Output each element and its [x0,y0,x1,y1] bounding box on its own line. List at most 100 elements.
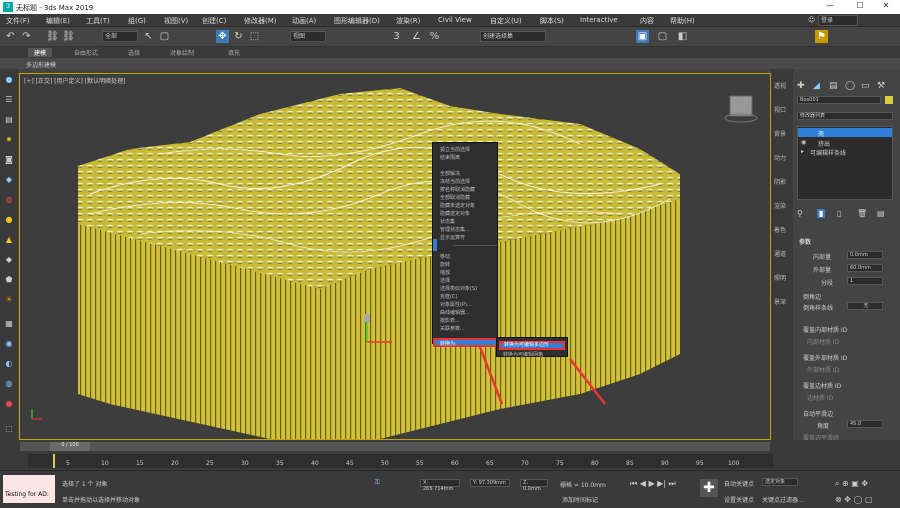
context-menu-item[interactable]: 旋转 [440,261,450,268]
x-coordinate-field[interactable]: X: 265.714mm [420,479,460,492]
tab-selection[interactable]: 选择 [122,48,146,57]
scale-icon[interactable]: ⬚ [248,30,261,43]
menu-rendering[interactable]: 渲染(R) [396,16,420,26]
spacewarp-icon[interactable]: ◍ [3,195,15,205]
bevel-spline-button[interactable]: 无 [847,302,883,310]
light-icon[interactable]: ✷ [3,135,15,145]
auto-smooth-checkbox[interactable]: 自动平滑边 [803,409,833,418]
menu-animation[interactable]: 动画(A) [292,16,316,26]
modifier-stack-item-extrude[interactable]: 挤出 [818,139,830,148]
make-unique-icon[interactable]: ▯ [837,209,841,218]
render-setup-icon[interactable]: ▣ [636,30,649,43]
context-menu-item[interactable]: 缩放 [440,269,450,276]
context-menu-item[interactable]: 状态集 [440,218,455,225]
helper-icon[interactable]: ◆ [3,175,15,185]
show-end-result-icon[interactable]: ▮ [817,209,826,218]
right-strip-item[interactable]: 动力 [774,153,786,162]
menu-interactive[interactable]: Interactive [580,16,618,24]
right-strip-item[interactable]: 着色 [774,225,786,234]
eye-icon[interactable]: ◉ [801,139,806,146]
auto-key-button[interactable]: 自动关键点 [724,479,754,488]
render-icon[interactable]: ◧ [676,30,689,43]
right-strip-item[interactable]: 阴影 [774,177,786,186]
right-strip-item[interactable]: 通道 [774,249,786,258]
hierarchy-tab-icon[interactable]: ▤ [829,81,838,91]
viewport-perspective[interactable]: [+] [正交] [用户定义] [默认明暗处理] 孤立当前选择 结束隔离 全部解… [19,73,771,440]
render-frame-icon[interactable]: ▢ [656,30,669,43]
tab-populate[interactable]: 填充 [222,48,246,57]
navigation-controls[interactable]: ⌕ ⊕ ▣ ✥ [835,479,868,489]
minimize-button[interactable]: — [820,1,840,13]
z-coordinate-field[interactable]: Z: 0.0mm [520,479,548,492]
menu-tools[interactable]: 工具(T) [86,16,110,26]
context-menu-item[interactable]: 全部解冻 [440,170,460,177]
selection-filter-dropdown[interactable]: 全部 [102,31,138,42]
time-slider-track[interactable]: 0 / 100 [20,442,770,451]
context-menu-item[interactable]: 孤立当前选择 [440,146,470,153]
menu-help[interactable]: 帮助(H) [670,16,695,26]
redo-icon[interactable]: ↷ [20,30,33,43]
context-menu-item[interactable]: 曲线编辑器... [440,309,470,316]
key-filters-button[interactable]: 关键点过滤器... [762,495,804,504]
menu-file[interactable]: 文件(F) [6,16,30,26]
object-color-swatch[interactable] [885,96,893,104]
right-strip-item[interactable]: 景深 [774,297,786,306]
context-menu-item[interactable]: 全部取消隐藏 [440,194,470,201]
expand-icon[interactable]: ▸ [801,148,804,155]
shape-icon[interactable]: ● [3,215,15,225]
lock-icon[interactable]: ⚿ [375,479,380,487]
move-icon[interactable]: ✥ [216,30,229,43]
angle-field[interactable]: 45.0 [847,420,883,428]
create-tab-icon[interactable]: ✚ [797,81,805,91]
remove-modifier-icon[interactable]: 🗑 [857,209,867,218]
menu-view[interactable]: 视图(V) [164,16,188,26]
system-icon[interactable]: ◆ [3,255,15,265]
sun-icon[interactable]: ☀ [3,295,15,305]
particle-icon[interactable]: ⬟ [3,275,15,285]
bevel-edges-checkbox[interactable]: 倒角边 [803,292,821,301]
right-strip-item[interactable]: 渲染 [774,201,786,210]
menu-scripting[interactable]: 脚本(S) [540,16,564,26]
context-menu-item[interactable]: 摄影表... [440,317,460,324]
unlink-icon[interactable]: ⛓ [62,30,75,43]
sphere-icon[interactable]: ◉ [3,339,15,349]
rotate-icon[interactable]: ↻ [232,30,245,43]
tab-freeform[interactable]: 自由形式 [68,48,104,57]
modifier-stack-item-spline[interactable]: 可编辑样条线 [810,148,846,157]
reference-coordinate-dropdown[interactable]: 视图 [290,31,326,42]
bomb-icon[interactable]: ● [3,399,15,409]
menu-group[interactable]: 组(G) [128,16,146,26]
maxscript-listener[interactable]: Testing for AD: [3,475,55,503]
override-outer-checkbox[interactable]: 覆盖外部材质 ID [803,353,847,362]
context-menu-item[interactable]: 隐藏未选定对象 [440,202,475,209]
world-icon[interactable]: ◍ [3,379,15,389]
context-menu-item[interactable]: 克隆(C) [440,293,457,300]
menu-graph-editors[interactable]: 图形编辑器(D) [334,16,380,26]
override-edge-checkbox[interactable]: 覆盖边材质 ID [803,381,841,390]
context-menu-item[interactable]: 隐藏选定对象 [440,210,470,217]
context-menu-item[interactable]: 冻结当前选择 [440,178,470,185]
right-strip-item[interactable]: 背景 [774,129,786,138]
tab-object-paint[interactable]: 对象绘制 [164,48,200,57]
context-menu-item[interactable]: 选择 [440,277,450,284]
context-menu-item[interactable]: 结束隔离 [440,154,460,161]
menu-civil-view[interactable]: Civil View [438,16,472,24]
maximize-button[interactable]: ☐ [850,1,870,13]
script-icon[interactable]: ⬚ [3,424,15,434]
set-key-button[interactable]: 设置关键点 [724,495,754,504]
select-icon[interactable]: ↖ [142,30,155,43]
display-tab-icon[interactable]: ▭ [861,81,870,91]
login-dropdown[interactable]: 登录 [818,15,858,26]
selected-object-dropdown[interactable]: 选定对象 [762,478,798,486]
modifier-stack-item-shell[interactable]: 壳 [798,128,892,138]
teapot-icon[interactable]: ◐ [3,359,15,369]
link-icon[interactable]: ⛓ [46,30,59,43]
convert-to-menu-item[interactable]: 转换为: [433,338,499,347]
time-slider-thumb[interactable]: 0 / 100 [50,442,90,451]
add-key-button[interactable]: ✚ [700,479,718,497]
context-menu-item[interactable]: 对象属性(P)... [440,301,472,308]
context-menu-item[interactable]: 选择类似对象(S) [440,285,477,292]
display-icon[interactable]: ▤ [3,115,15,125]
modify-tab-icon[interactable]: ◢ [813,81,820,91]
convert-to-editable-mesh-item[interactable]: 转换为可编辑网格 [503,351,543,358]
